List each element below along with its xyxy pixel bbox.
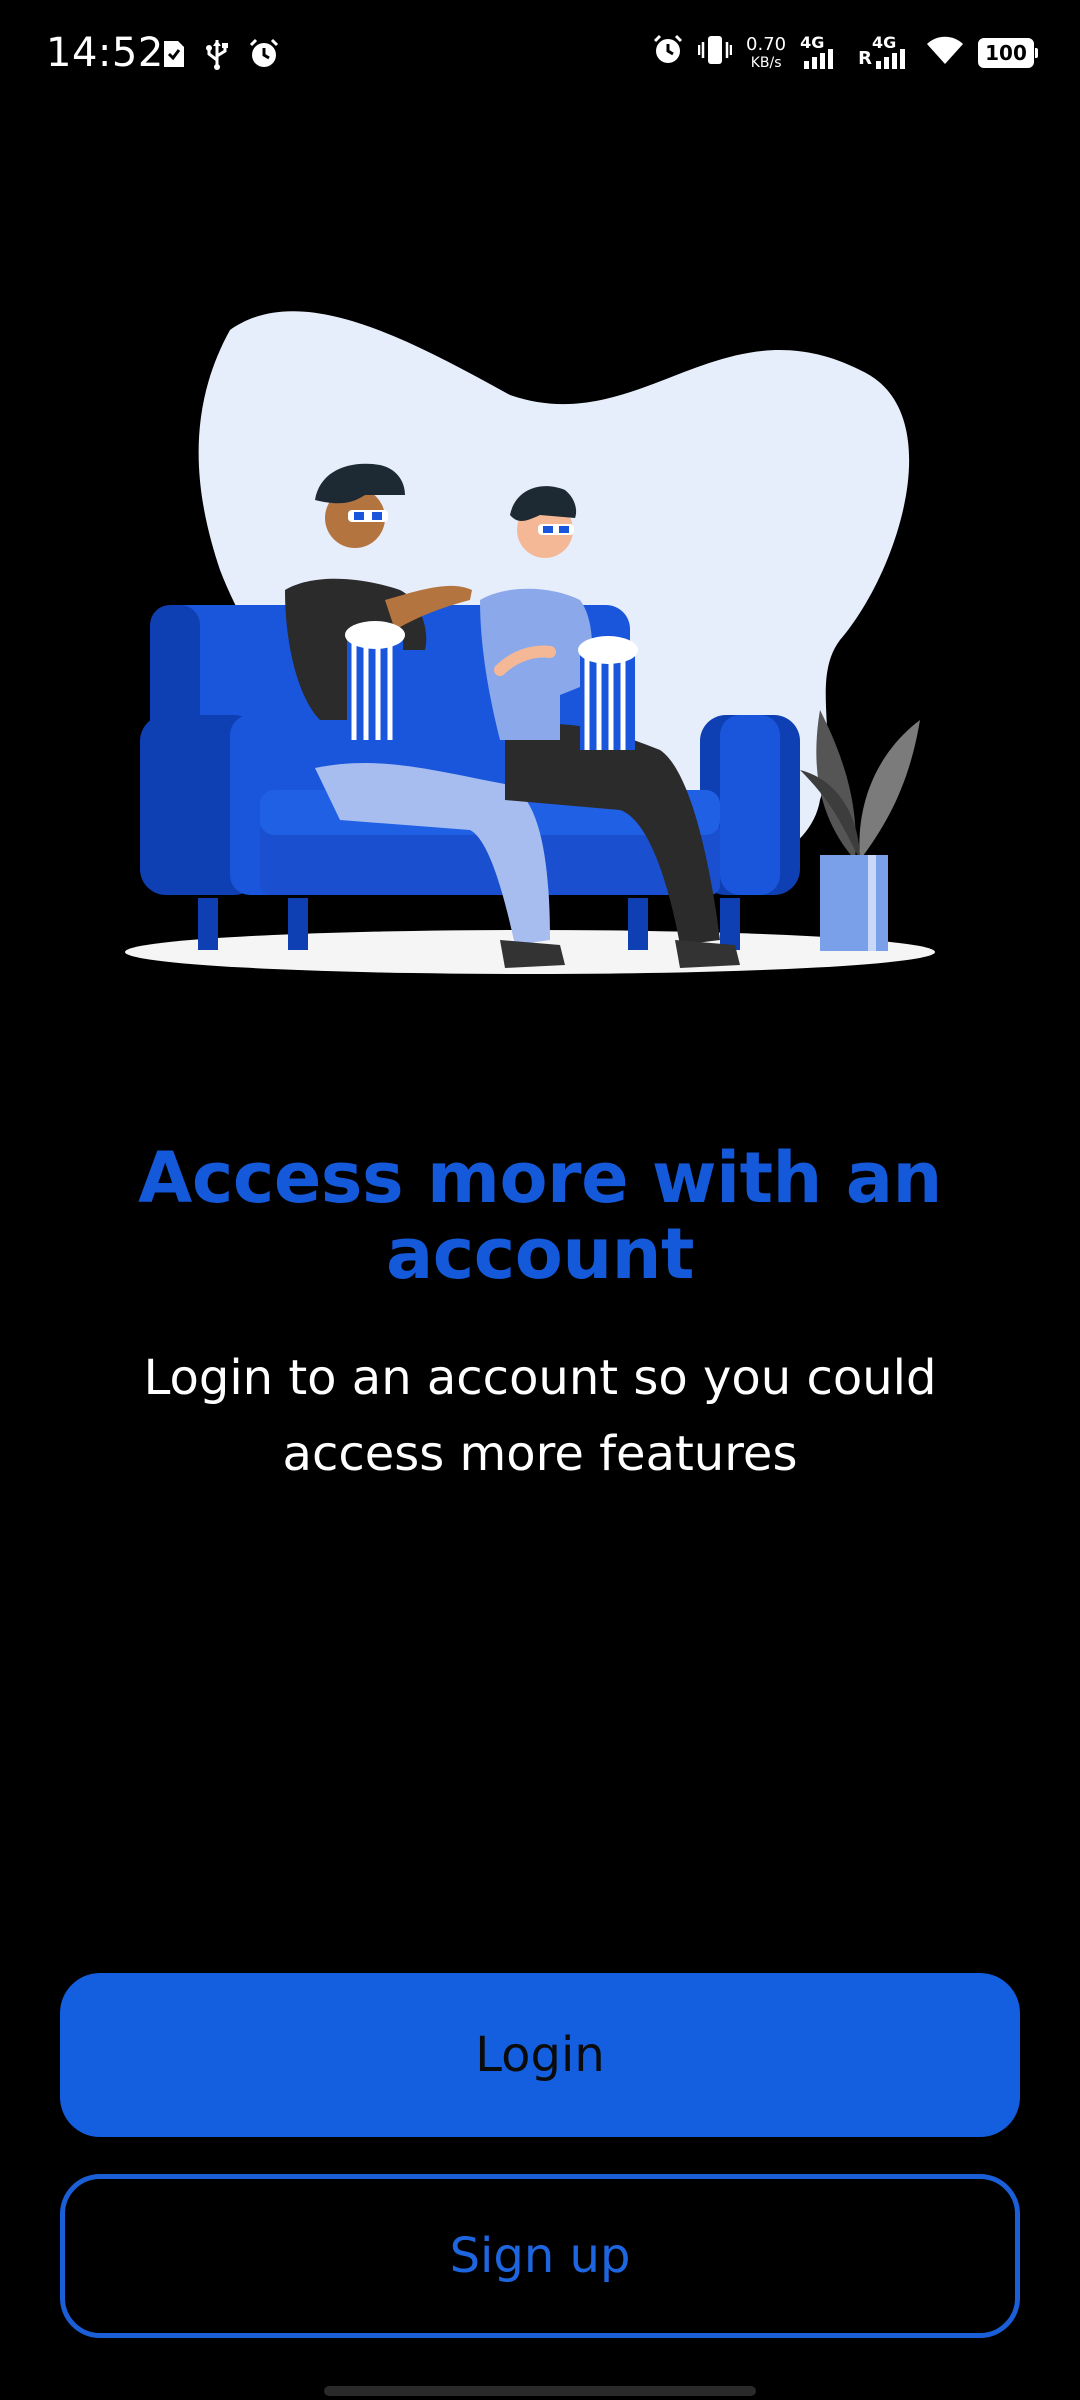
sim1-network-label: 4G	[800, 32, 825, 52]
battery-icon: 100	[978, 37, 1038, 68]
hero-illustration	[120, 300, 940, 990]
home-indicator[interactable]	[324, 2386, 756, 2396]
signal-sim2: R 4G	[854, 32, 912, 71]
signup-button-label: Sign up	[449, 2228, 631, 2284]
vibrate-icon	[697, 34, 733, 71]
signup-button[interactable]: Sign up	[60, 2174, 1020, 2338]
signal-sim1: 4G	[800, 32, 840, 71]
status-right-icons: 0.70 KB/s 4G R 4G 100	[652, 32, 1038, 71]
status-time: 14:52	[46, 30, 164, 76]
roaming-indicator: R	[858, 47, 872, 69]
alarm-icon	[652, 34, 684, 71]
login-button[interactable]: Login	[60, 1973, 1020, 2137]
sim-card-icon	[162, 39, 186, 74]
usb-icon	[204, 38, 230, 75]
network-speed-value: 0.70	[746, 33, 787, 55]
battery-level: 100	[985, 40, 1027, 65]
page-subtitle: Login to an account so you could access …	[143, 1350, 937, 1482]
sim2-network-label: 4G	[872, 32, 897, 52]
plant	[800, 710, 920, 951]
page-title: Access more with an account	[138, 1137, 942, 1295]
network-speed: 0.70 KB/s	[746, 33, 787, 71]
status-left-icons	[162, 38, 280, 75]
alarm-icon	[248, 38, 280, 75]
network-speed-unit: KB/s	[750, 54, 782, 71]
login-button-label: Login	[475, 2027, 605, 2083]
wifi-icon	[926, 34, 964, 71]
status-bar: 14:52 0.70 KB/s 4G R 4G 100	[0, 0, 1080, 116]
